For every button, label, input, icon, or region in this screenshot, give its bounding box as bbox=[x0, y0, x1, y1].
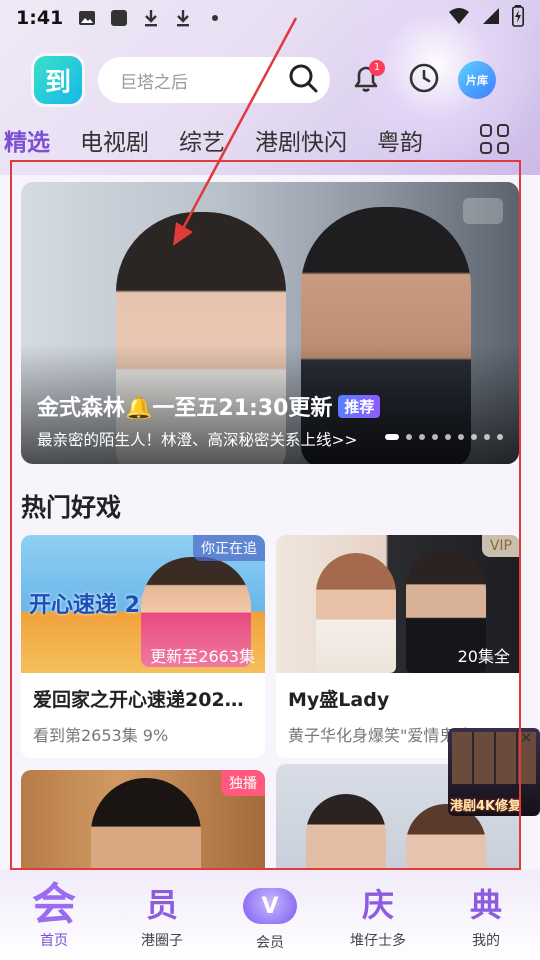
nav-home[interactable]: 会 首页 bbox=[0, 870, 108, 960]
notification-badge: 1 bbox=[369, 60, 385, 76]
app-notification-icon bbox=[109, 8, 129, 28]
app-logo[interactable]: 到 bbox=[34, 56, 82, 104]
tab-variety[interactable]: 综艺 bbox=[179, 123, 225, 157]
logo-text: 到 bbox=[44, 67, 71, 98]
nav-home-icon: 会 bbox=[32, 879, 76, 930]
library-label: 片库 bbox=[466, 74, 488, 87]
nav-hk-circle[interactable]: 员 港圈子 bbox=[108, 870, 216, 960]
status-bar: 1:41 bbox=[0, 0, 540, 36]
notification-button[interactable]: 1 bbox=[344, 58, 388, 102]
nav-label: 堆仔士多 bbox=[350, 933, 406, 949]
nav-shop-icon: 庆 bbox=[361, 886, 394, 924]
nav-hk-circle-icon: 员 bbox=[145, 886, 178, 924]
nav-shop[interactable]: 庆 堆仔士多 bbox=[324, 870, 432, 960]
library-button[interactable]: 片库 bbox=[458, 61, 496, 99]
tab-cantonese-opera[interactable]: 粤韵 bbox=[377, 123, 423, 157]
search-bar[interactable]: 巨塔之后 bbox=[98, 57, 330, 103]
category-tabs: 精选 电视剧 综艺 港剧快闪 粤韵 bbox=[0, 118, 540, 162]
history-button[interactable] bbox=[402, 58, 446, 102]
app-header: 到 巨塔之后 1 片库 bbox=[0, 50, 540, 110]
tab-featured[interactable]: 精选 bbox=[4, 123, 50, 157]
more-notifications-dot-icon bbox=[205, 8, 225, 28]
status-time: 1:41 bbox=[16, 7, 64, 29]
all-categories-grid-icon[interactable] bbox=[480, 124, 510, 154]
image-notification-icon bbox=[77, 8, 97, 28]
search-input[interactable]: 巨塔之后 bbox=[120, 68, 288, 93]
vip-icon: V bbox=[243, 888, 297, 924]
nav-profile-icon: 典 bbox=[469, 886, 502, 924]
clock-icon bbox=[408, 62, 440, 98]
nav-vip[interactable]: V 会员 bbox=[216, 870, 324, 960]
bottom-navigation: 会 首页 员 港圈子 V 会员 庆 堆仔士多 典 我的 bbox=[0, 870, 540, 960]
nav-profile[interactable]: 典 我的 bbox=[432, 870, 540, 960]
tab-hk-drama-flash[interactable]: 港剧快闪 bbox=[255, 123, 347, 157]
nav-label: 会员 bbox=[256, 935, 284, 951]
nav-label: 首页 bbox=[40, 933, 68, 949]
battery-icon bbox=[512, 5, 524, 31]
download-icon bbox=[141, 8, 161, 28]
tab-tv-series[interactable]: 电视剧 bbox=[80, 123, 149, 157]
signal-icon bbox=[482, 7, 500, 29]
search-icon[interactable] bbox=[288, 63, 318, 97]
close-icon[interactable]: ✕ bbox=[520, 729, 533, 747]
wifi-icon bbox=[448, 7, 470, 29]
download-icon bbox=[173, 8, 193, 28]
nav-label: 港圈子 bbox=[141, 933, 183, 949]
annotation-highlight-box bbox=[10, 160, 521, 870]
nav-label: 我的 bbox=[472, 933, 500, 949]
